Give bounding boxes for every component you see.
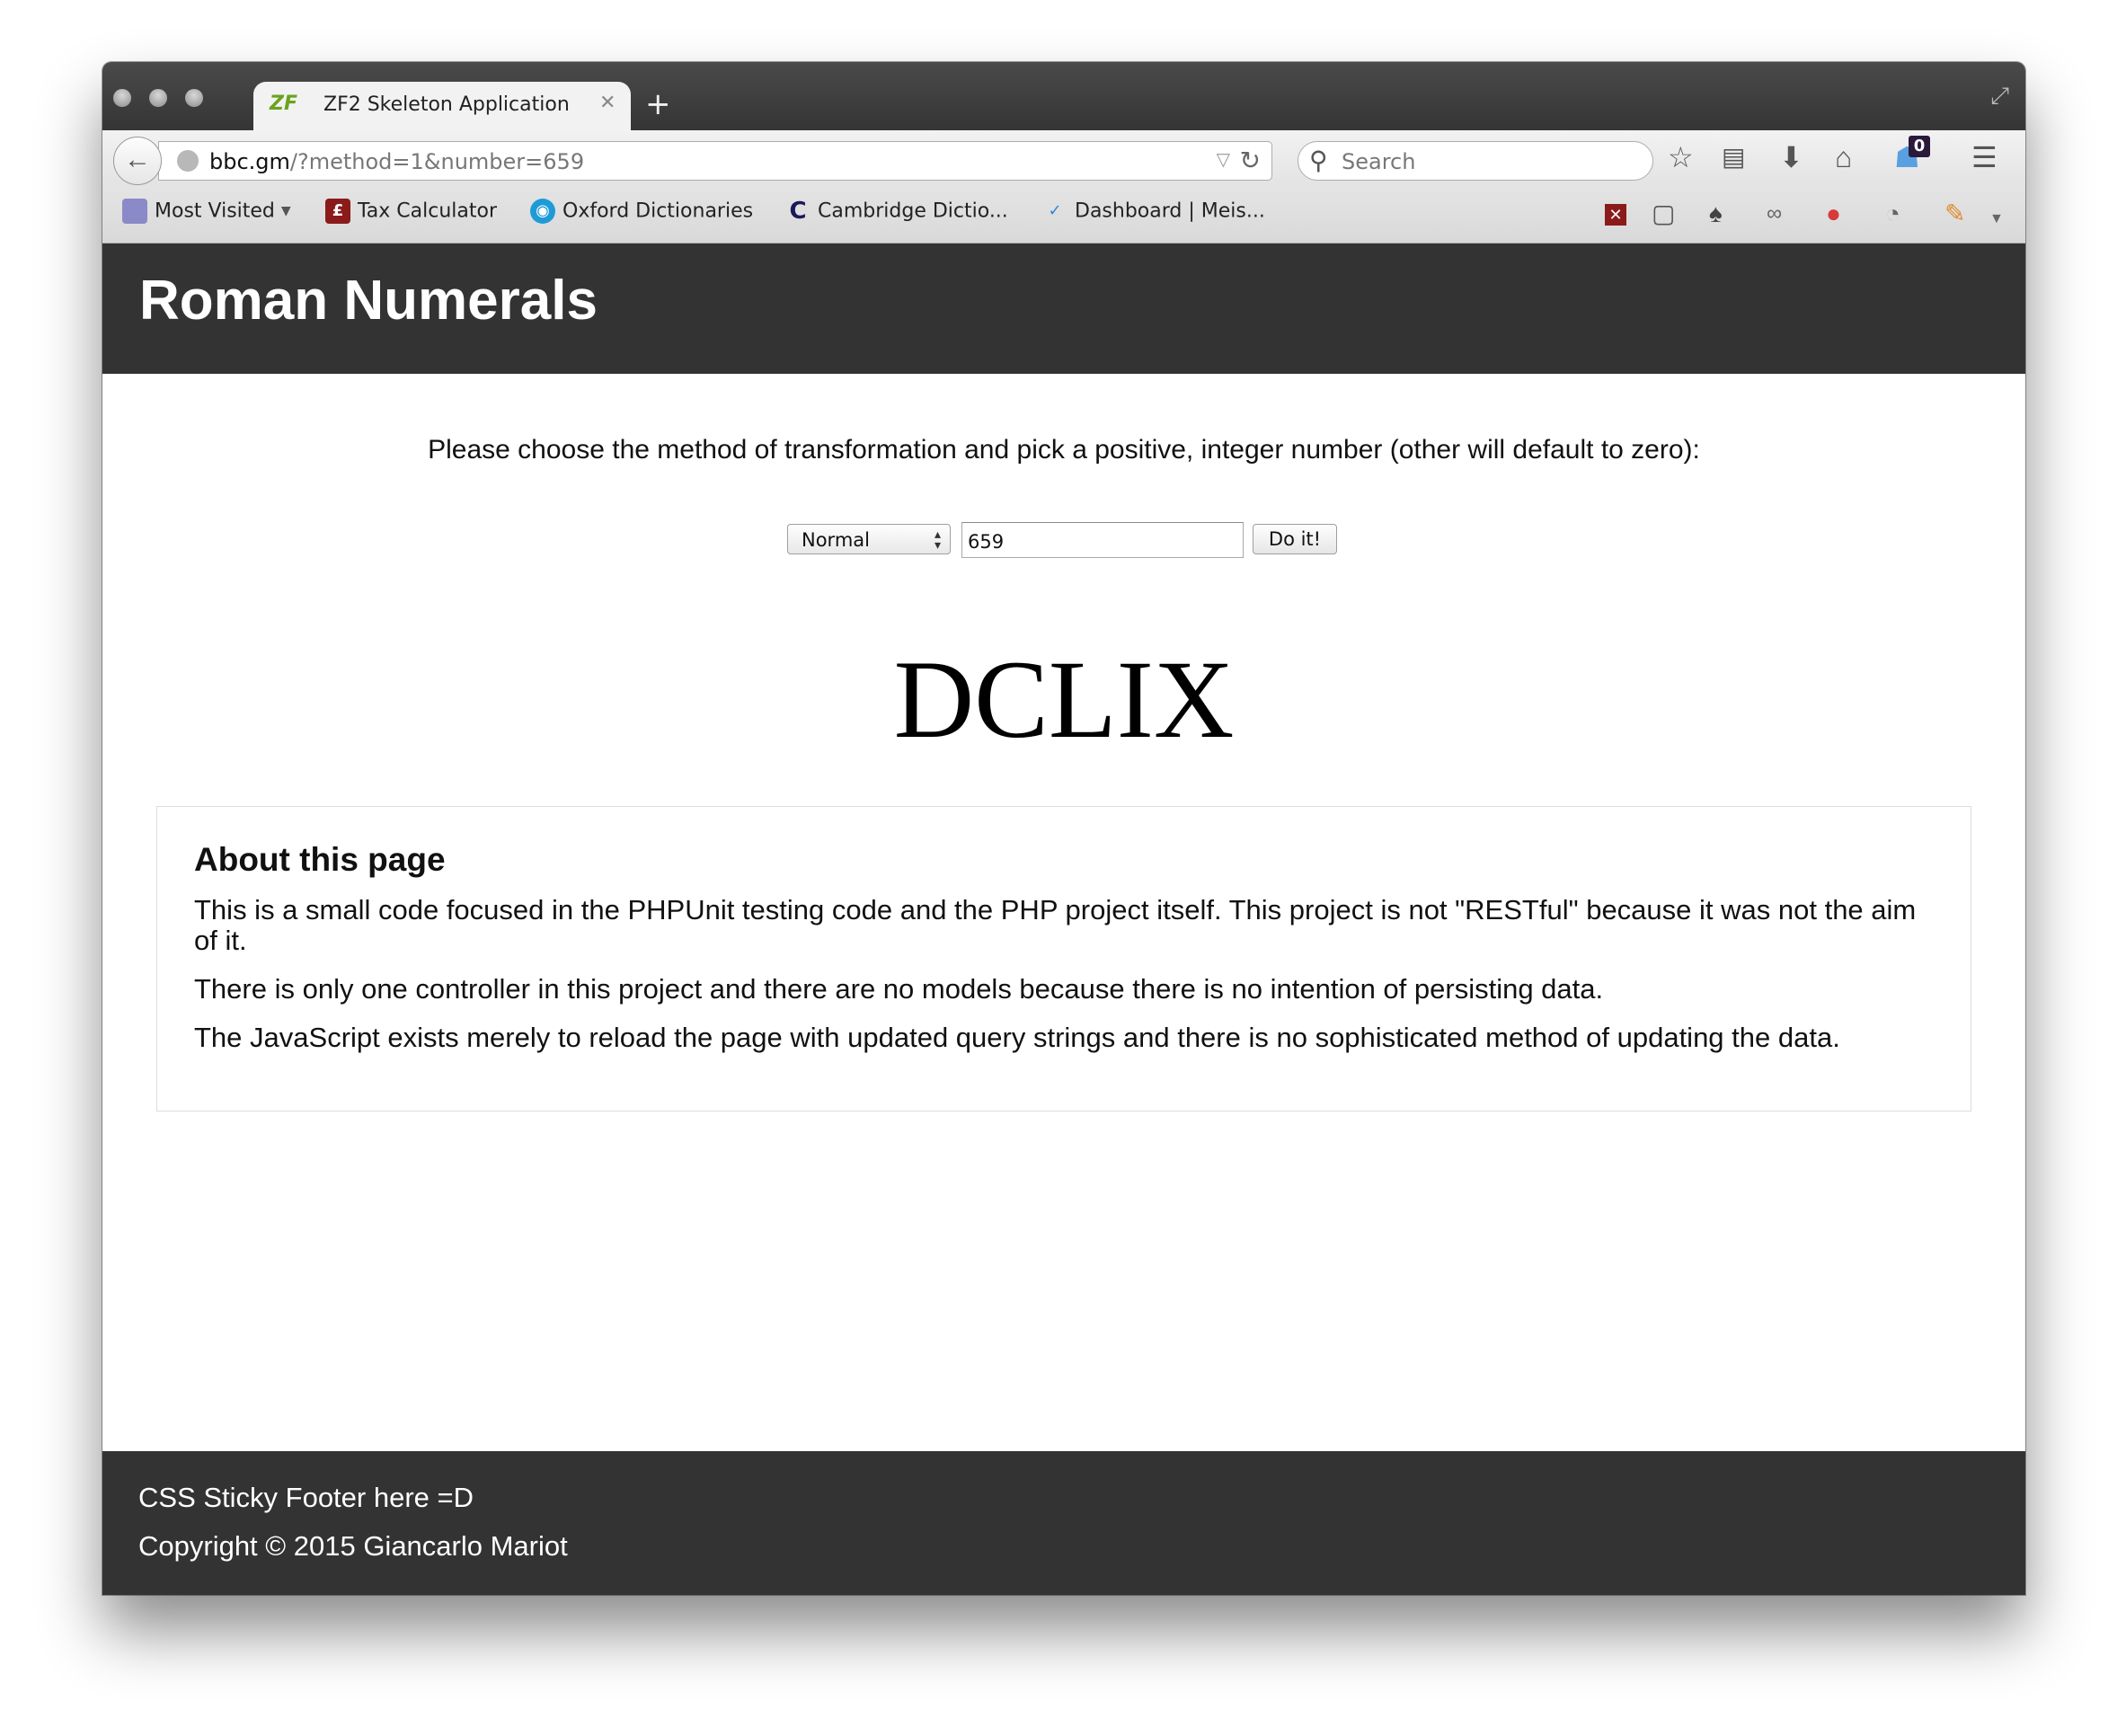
chevron-down-icon: ▼ (280, 204, 291, 218)
number-input[interactable] (961, 522, 1244, 558)
reading-list-icon[interactable]: ▤ (1722, 143, 1745, 172)
page-title: Roman Numerals (139, 270, 598, 332)
about-paragraph: This is a small code focused in the PHPU… (194, 894, 1917, 956)
about-title: About this page (194, 841, 446, 878)
url-host: bbc.gm (209, 149, 290, 174)
check-icon: ✓ (1048, 201, 1062, 220)
overflow-chevron-icon[interactable]: ▼ (1989, 206, 2004, 233)
search-bar[interactable]: ⚲ Search (1298, 141, 1653, 181)
footer-note: CSS Sticky Footer here =D (138, 1482, 474, 1513)
select-arrows-icon: ▴ ▾ (934, 527, 941, 553)
method-select[interactable]: Normal ▴ ▾ (787, 524, 951, 554)
bookmark-cambridge-dictionary[interactable]: C Cambridge Dictio... (785, 198, 1007, 231)
site-identity-icon[interactable] (177, 150, 199, 172)
tab-active[interactable]: ZF ZF2 Skeleton Application ✕ (253, 82, 631, 132)
minimize-window-button[interactable] (149, 89, 167, 107)
about-panel: About this page This is a small code foc… (156, 806, 1971, 1112)
about-paragraph: There is only one controller in this pro… (194, 973, 1604, 1005)
roman-numeral-result: DCLIX (893, 638, 1235, 761)
close-window-button[interactable] (113, 89, 131, 107)
do-it-button[interactable]: Do it! (1253, 524, 1337, 554)
pin-icon[interactable]: ♠ (1709, 200, 1723, 227)
firebug-icon[interactable]: ✎ (1944, 200, 1965, 227)
search-icon: ⚲ (1309, 146, 1328, 174)
navigation-bar: bbc.gm/?method=1&number=659 ▽ ↻ ← ⚲ Sear… (102, 130, 2025, 186)
address-bar[interactable]: bbc.gm/?method=1&number=659 ▽ ↻ (158, 141, 1272, 181)
download-icon[interactable]: ⬇ (1779, 143, 1803, 172)
back-arrow-icon: ← (124, 145, 151, 174)
window-icon[interactable]: ▢ (1652, 200, 1675, 227)
method-selected-value: Normal (802, 529, 870, 551)
page-header: Roman Numerals (102, 244, 2025, 374)
notification-badge: 0 (1909, 136, 1930, 157)
new-tab-button[interactable]: + (645, 89, 671, 120)
extension-red-icon[interactable]: ● (1826, 200, 1841, 227)
oxford-icon: ◉ (530, 199, 555, 224)
footer-copyright: Copyright © 2015 Giancarlo Mariot (138, 1530, 568, 1562)
tab-close-icon[interactable]: ✕ (599, 91, 616, 114)
history-dropdown-icon[interactable]: ▽ (1217, 148, 1230, 171)
menu-icon[interactable]: ☰ (1971, 143, 1998, 172)
zoom-window-button[interactable] (185, 89, 203, 107)
folder-icon (122, 199, 147, 224)
zf-logo-icon: ZF (270, 93, 297, 115)
cambridge-icon: C (789, 198, 807, 225)
back-button[interactable]: ← (113, 137, 162, 185)
fullscreen-icon[interactable]: ⤢ (1990, 82, 2009, 111)
bookmark-most-visited[interactable]: Most Visited ▼ (122, 199, 291, 231)
url-path: /?method=1&number=659 (289, 149, 585, 174)
browser-window: ZF ZF2 Skeleton Application ✕ + ⤢ bbc.gm… (102, 62, 2025, 1595)
link-icon[interactable]: ∞ (1767, 200, 1782, 227)
tab-strip: ZF ZF2 Skeleton Application ✕ + ⤢ (102, 62, 2025, 132)
page-footer: CSS Sticky Footer here =D Copyright © 20… (102, 1451, 2025, 1595)
bookmark-dashboard[interactable]: ✓ Dashboard | Meis... (1042, 199, 1264, 231)
home-icon[interactable]: ⌂ (1835, 143, 1852, 172)
reload-icon[interactable]: ↻ (1240, 146, 1261, 175)
tab-title: ZF2 Skeleton Application (323, 93, 570, 116)
bookmark-tax-calculator[interactable]: £ Tax Calculator (325, 199, 497, 231)
bookmark-star-icon[interactable]: ☆ (1668, 143, 1694, 172)
bookmarks-toolbar: Most Visited ▼ £ Tax Calculator ◉ Oxford D… (102, 186, 2025, 244)
bookmark-oxford-dictionaries[interactable]: ◉ Oxford Dictionaries (530, 199, 753, 231)
pound-sign-icon: £ (325, 199, 350, 224)
history-icon[interactable]: ◔ (1885, 200, 1900, 227)
close-box-icon[interactable]: ✕ (1605, 204, 1626, 226)
url-text[interactable]: bbc.gm/?method=1&number=659 (209, 149, 584, 174)
instructions-text: Please choose the method of transformati… (428, 435, 1700, 465)
about-paragraph: The JavaScript exists merely to reload t… (194, 1022, 1840, 1053)
search-placeholder: Search (1342, 149, 1416, 174)
